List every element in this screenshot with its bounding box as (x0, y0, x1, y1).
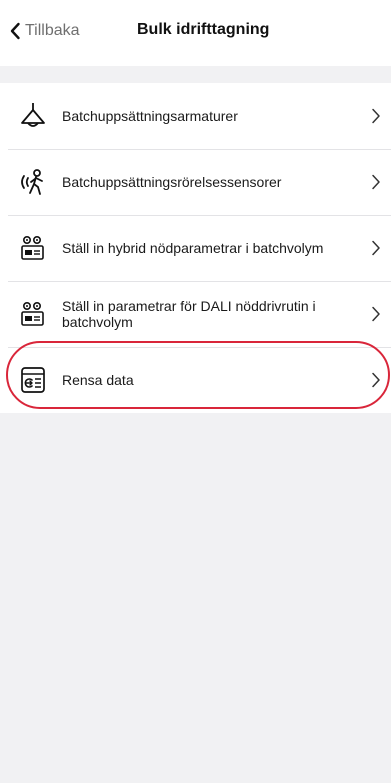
chevron-right-icon (372, 174, 380, 190)
emergency-device-icon (16, 231, 50, 265)
dali-emergency-driver-icon (16, 297, 50, 331)
ceiling-lamp-icon (16, 99, 50, 133)
chevron-right-icon (372, 372, 380, 388)
menu-item-label: Ställ in parametrar för DALI nöddrivruti… (62, 298, 316, 330)
back-button[interactable]: Tillbaka (9, 19, 80, 43)
chevron-right-icon (372, 306, 380, 322)
top-bar: Tillbaka Bulk idrifttagning (0, 0, 391, 66)
page-title: Bulk idrifttagning (137, 21, 270, 38)
menu-item-batch-motion-sensors[interactable]: Batchuppsättningsrörelsessensorer (0, 149, 391, 215)
motion-sensor-icon (16, 165, 50, 199)
menu-item-hybrid-emergency-params[interactable]: Ställ in hybrid nödparametrar i batchvol… (0, 215, 391, 281)
menu-list: Batchuppsättningsarmaturer Batchuppsättn… (0, 83, 391, 413)
menu-item-batch-luminaires[interactable]: Batchuppsättningsarmaturer (0, 83, 391, 149)
chevron-right-icon (372, 108, 380, 124)
back-label: Tillbaka (25, 22, 80, 39)
chevron-left-icon (10, 22, 20, 40)
menu-item-dali-emergency-driver[interactable]: Ställ in parametrar för DALI nöddrivruti… (0, 281, 391, 347)
menu-item-label: Batchuppsättningsarmaturer (62, 108, 238, 124)
clear-data-icon (16, 363, 50, 397)
menu-item-label: Ställ in hybrid nödparametrar i batchvol… (62, 240, 324, 256)
chevron-right-icon (372, 240, 380, 256)
menu-item-clear-data[interactable]: Rensa data (0, 347, 391, 413)
menu-item-label: Rensa data (62, 372, 134, 388)
menu-item-label: Batchuppsättningsrörelsessensorer (62, 174, 282, 190)
